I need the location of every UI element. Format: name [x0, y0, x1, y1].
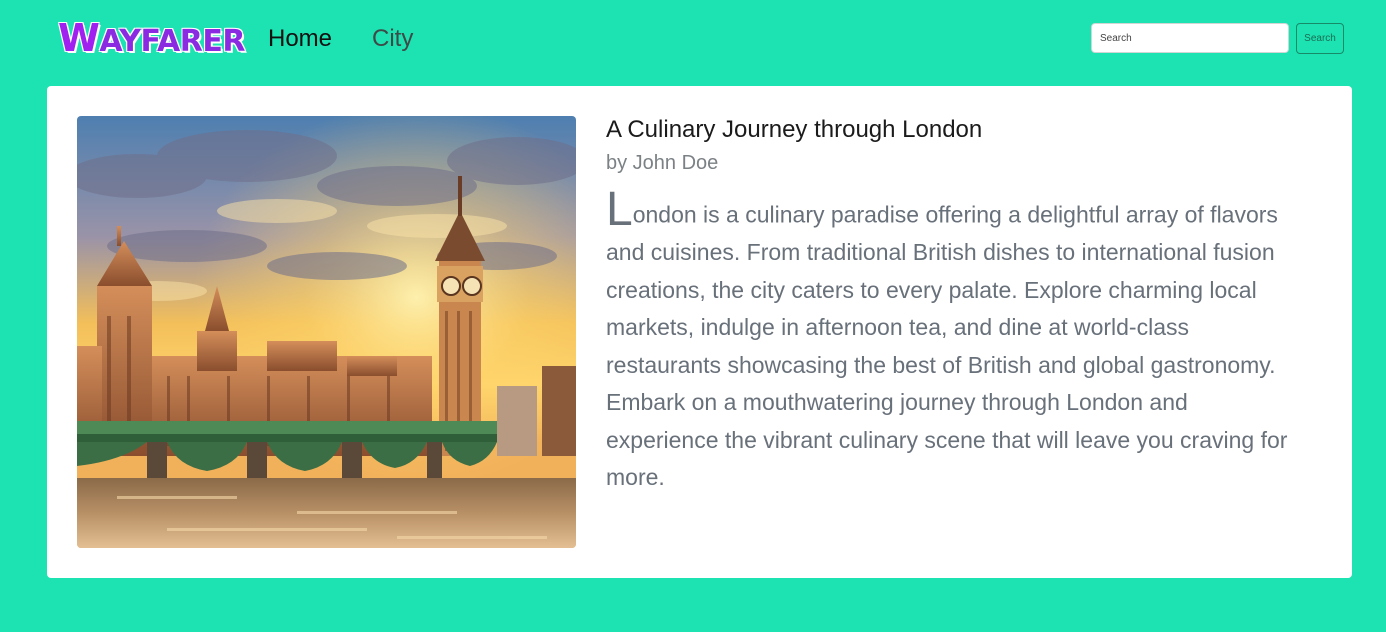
nav-city-link[interactable]: City	[372, 24, 413, 54]
navbar: WAYFARER Home City Search	[0, 0, 1386, 78]
search-input[interactable]	[1091, 23, 1289, 53]
article-body-text: ondon is a culinary paradise offering a …	[606, 201, 1288, 491]
drop-cap: L	[606, 183, 633, 236]
article-card: A Culinary Journey through London by Joh…	[47, 86, 1352, 578]
article-image	[77, 116, 576, 548]
brand-logo[interactable]: WAYFARER	[58, 18, 245, 62]
brand-logo-text: AYFARER	[99, 24, 245, 59]
article-author: by John Doe	[606, 152, 719, 174]
nav-home-link[interactable]: Home	[268, 24, 332, 54]
search-button[interactable]: Search	[1296, 23, 1344, 54]
brand-logo-initial: W	[58, 16, 100, 60]
article-title: A Culinary Journey through London	[606, 116, 983, 143]
article-body: London is a culinary paradise offering a…	[606, 186, 1306, 497]
